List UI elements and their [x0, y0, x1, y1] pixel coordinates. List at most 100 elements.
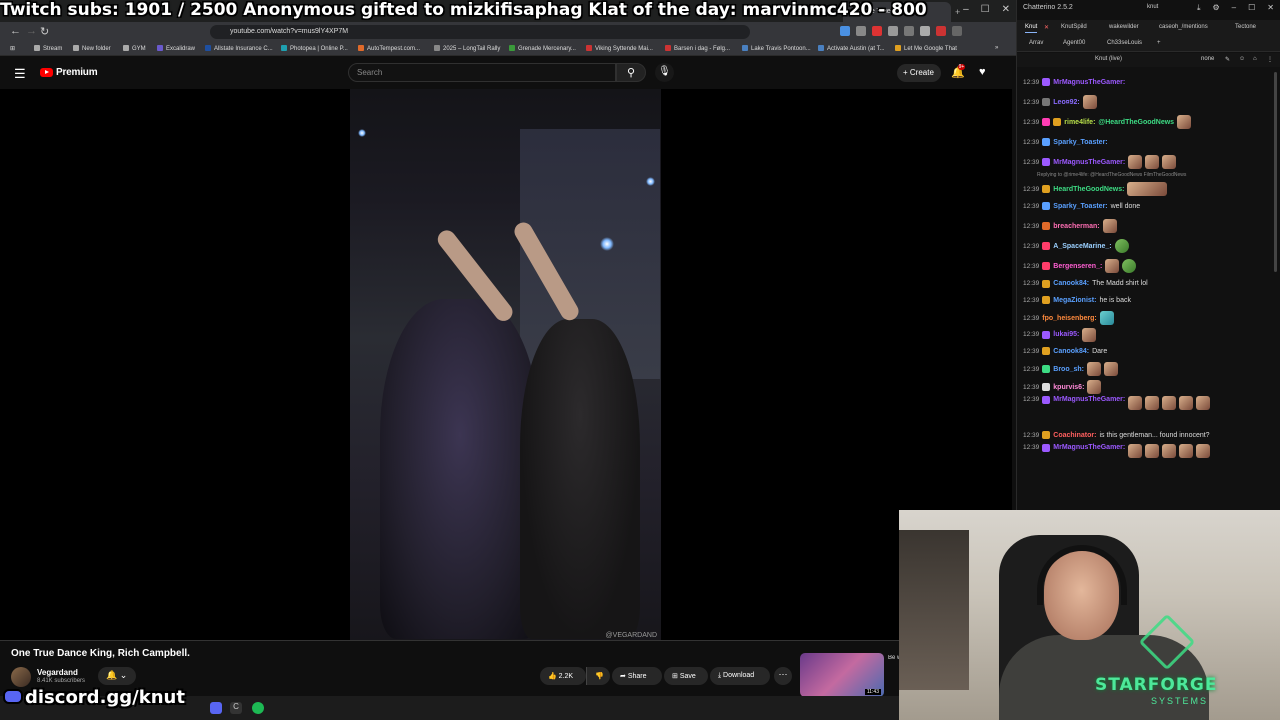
- dislike-button[interactable]: 👎: [586, 667, 610, 685]
- discord-overlay: discord.gg/knut: [3, 687, 185, 708]
- split-icon[interactable]: ⋮: [1267, 56, 1273, 63]
- save-button[interactable]: ⊞ Save: [664, 667, 708, 685]
- bookmark-item[interactable]: Excalidraw: [157, 45, 195, 52]
- url-input[interactable]: youtube.com/watch?v=mus9lY4XP7M: [210, 25, 750, 39]
- bookmark-item[interactable]: Allstate Insurance C...: [205, 45, 273, 52]
- chat-messages: 12:39 MrMagnusTheGamer: 12:39 Leo¤92: 12:3…: [1023, 72, 1273, 474]
- bookmark-item[interactable]: Lake Travis Pontoon...: [742, 45, 811, 52]
- chat-tab[interactable]: Agent00: [1063, 40, 1085, 46]
- close-icon[interactable]: ✕: [1267, 3, 1274, 13]
- like-button[interactable]: 👍 2.2K: [540, 667, 586, 685]
- emote: [1102, 219, 1117, 233]
- chat-tab[interactable]: Knut: [1025, 24, 1038, 33]
- logo-text: Premium: [56, 67, 98, 78]
- bookmark-item[interactable]: Photopea | Online P...: [281, 45, 348, 52]
- apps-icon[interactable]: ⊞: [10, 45, 15, 52]
- emote: [1162, 396, 1177, 410]
- recommended-thumbnail[interactable]: 11:43: [800, 653, 884, 697]
- reload-icon[interactable]: ↻: [40, 25, 49, 38]
- emote: [1145, 396, 1160, 410]
- lock-icon[interactable]: ⌂: [1253, 56, 1257, 62]
- bookmark-item[interactable]: GYM: [123, 45, 146, 52]
- edit-icon[interactable]: ✎: [1225, 56, 1230, 63]
- profile-icon[interactable]: [936, 26, 946, 36]
- download-icon[interactable]: ⤓: [1197, 3, 1201, 13]
- bookmark-item[interactable]: Grenade Mercenary...: [509, 45, 576, 52]
- add-tab-icon[interactable]: +: [1157, 40, 1161, 46]
- chat-message: 12:39 Canook84: The Madd shirt lol: [1023, 279, 1148, 288]
- new-tab-icon[interactable]: +: [955, 7, 960, 17]
- video-player[interactable]: @VEGARDAND: [0, 89, 1012, 642]
- settings-icon[interactable]: ⚙: [1213, 3, 1220, 13]
- subscription-bell-button[interactable]: 🔔 ⌄: [98, 667, 136, 685]
- more-actions-icon[interactable]: ⋯: [774, 667, 792, 685]
- close-icon[interactable]: ✕: [1002, 4, 1010, 15]
- extension-icon[interactable]: [840, 26, 850, 36]
- minimize-icon[interactable]: –: [1232, 3, 1236, 13]
- extension-icon[interactable]: [888, 26, 898, 36]
- account-avatar[interactable]: ♥: [979, 66, 986, 78]
- maximize-icon[interactable]: ☐: [981, 4, 990, 15]
- create-button[interactable]: + Create: [897, 64, 941, 82]
- bookmarks-overflow-icon[interactable]: »: [995, 45, 998, 51]
- video-title: One True Dance King, Rich Campbell.: [11, 648, 190, 659]
- youtube-header: ☰ Premium Search ⚲ 🎙 + Create 🔔 9+ ♥: [0, 57, 1016, 89]
- bookmark-item[interactable]: AutoTempest.com...: [358, 45, 420, 52]
- chat-tab[interactable]: KnutSpild: [1061, 24, 1087, 30]
- chat-tab[interactable]: Ch33seLouis: [1107, 40, 1142, 46]
- back-icon[interactable]: ←: [10, 25, 21, 37]
- chat-message: 12:39 kpurvis6:: [1023, 378, 1273, 396]
- bookmark-item[interactable]: Barsen i dag - Følg...: [665, 45, 730, 52]
- chat-scrollbar[interactable]: [1274, 72, 1277, 272]
- webcam-shelf: [899, 530, 969, 690]
- bookmark-item[interactable]: Viking Syttende Mai...: [586, 45, 653, 52]
- chat-tab[interactable]: Arrav: [1029, 40, 1043, 46]
- hamburger-menu-icon[interactable]: ☰: [14, 66, 26, 82]
- chat-message: 12:39 Sparky_Toaster: well done: [1023, 202, 1141, 210]
- video-light: [646, 177, 655, 186]
- bookmark-item[interactable]: Stream: [34, 45, 62, 52]
- window-controls: – ☐ ✕: [963, 4, 1010, 15]
- bookmark-item[interactable]: Activate Austin (at T...: [818, 45, 885, 52]
- microphone-icon[interactable]: 🎙: [655, 63, 674, 82]
- chat-message: 12:39 lukai95:: [1023, 327, 1273, 342]
- download-button[interactable]: ⤓ Download: [710, 667, 770, 685]
- extension-icon[interactable]: [904, 26, 914, 36]
- extensions: [840, 26, 962, 36]
- emote: [1128, 396, 1143, 410]
- chat-channel-bar: Knut (live) none ✎ ☺ ⌂ ⋮: [1017, 53, 1280, 67]
- bookmark-item[interactable]: 2025 – LongTail Rally: [434, 45, 500, 52]
- channel-label: Knut (live): [1095, 56, 1123, 62]
- search-icon[interactable]: ⚲: [616, 63, 646, 82]
- spotify-taskbar-icon[interactable]: [252, 702, 264, 714]
- channel-avatar[interactable]: [11, 667, 31, 687]
- user-icon[interactable]: ☺: [1239, 56, 1245, 62]
- forward-icon[interactable]: →: [26, 25, 37, 37]
- bookmark-item[interactable]: New folder: [73, 45, 111, 52]
- chat-tab[interactable]: caseoh_/mentions: [1159, 24, 1208, 30]
- chat-search-text[interactable]: knut: [1147, 4, 1158, 10]
- channel-name[interactable]: Vegardand: [37, 668, 78, 677]
- search-input[interactable]: Search: [348, 63, 616, 82]
- discord-taskbar-icon[interactable]: [210, 702, 222, 714]
- menu-icon[interactable]: [952, 26, 962, 36]
- starforge-brand: STARFORGE: [1095, 675, 1218, 695]
- extension-icon[interactable]: [872, 26, 882, 36]
- close-tab-icon[interactable]: ✕: [1044, 24, 1049, 31]
- chat-panel: Chatterino 2.5.2 knut ⤓ ⚙ – ☐ ✕ Knut ✕ K…: [1016, 0, 1280, 510]
- chat-message: 12:39 Sparky_Toaster:: [1023, 138, 1108, 146]
- chat-tab[interactable]: Tectone: [1235, 24, 1256, 30]
- emote: [1087, 362, 1102, 376]
- reply-context: Replying to @rime4life: @HeardTheGoodNew…: [1037, 172, 1187, 178]
- share-button[interactable]: ➦ Share: [612, 667, 662, 685]
- bookmark-item[interactable]: Let Me Google That: [895, 45, 957, 52]
- extension-icon[interactable]: [920, 26, 930, 36]
- stream-overlay-ticker: Twitch subs: 1901 / 2500 Anonymous gifte…: [0, 0, 927, 20]
- video-frame[interactable]: @VEGARDAND: [350, 89, 661, 641]
- chat-tab[interactable]: wakewilder: [1109, 24, 1139, 30]
- chatterino-taskbar-icon[interactable]: C: [230, 702, 242, 714]
- extension-icon[interactable]: [856, 26, 866, 36]
- maximize-icon[interactable]: ☐: [1248, 3, 1255, 13]
- minimize-icon[interactable]: –: [963, 4, 969, 15]
- youtube-logo[interactable]: Premium: [40, 67, 98, 78]
